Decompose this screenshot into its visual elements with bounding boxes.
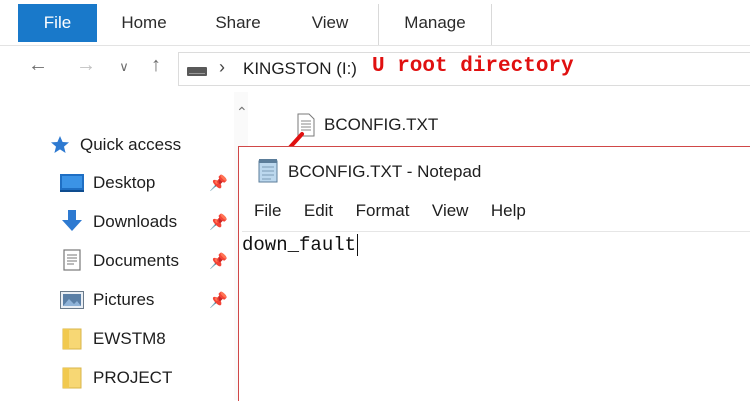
ribbon-tab-bar: File Home Share View Manage [0,0,750,46]
recent-locations-chevron-icon[interactable]: ∨ [110,59,138,75]
up-arrow-icon[interactable]: ↑ [142,54,170,77]
sidebar-item-label: Desktop [93,173,156,192]
sidebar-item-pictures[interactable]: Pictures 📌 [0,281,232,319]
address-path[interactable]: KINGSTON (I:) [243,59,357,79]
folder-icon [62,367,82,389]
star-icon [51,136,69,153]
notepad-text-area[interactable]: down_fault [242,231,750,402]
menu-file[interactable]: File [254,201,281,221]
pin-icon[interactable]: 📌 [209,252,228,270]
navigation-bar: ← → ∨ ↑ › KINGSTON (I:) U root directory [0,46,750,91]
menu-edit[interactable]: Edit [304,201,333,221]
sidebar-item-quick-access[interactable]: Quick access [0,126,232,164]
tab-share[interactable]: Share [198,4,278,42]
annotation-label: U root directory [372,55,574,78]
sidebar-item-label: EWSTM8 [93,329,166,348]
chevron-right-icon[interactable]: › [219,57,225,78]
tab-view[interactable]: View [290,4,370,42]
forward-arrow-icon[interactable]: → [72,54,100,77]
pictures-icon [60,291,84,309]
sidebar-item-label: PROJECT [93,368,173,387]
desktop-icon [60,174,84,192]
sidebar-item-project[interactable]: PROJECT [0,359,232,397]
notepad-icon [258,159,278,183]
pin-icon[interactable]: 📌 [209,213,228,231]
document-icon [63,249,81,271]
sidebar-item-desktop[interactable]: Desktop 📌 [0,164,232,202]
sidebar-item-documents[interactable]: Documents 📌 [0,242,232,280]
tab-file[interactable]: File [18,4,97,42]
back-arrow-icon[interactable]: ← [24,54,52,77]
address-bar[interactable]: › KINGSTON (I:) U root directory [178,52,750,86]
file-item[interactable]: BCONFIG.TXT [297,112,457,140]
text-content-line[interactable]: down_fault [242,234,359,257]
pin-icon[interactable]: 📌 [209,174,228,192]
sidebar-item-label: Downloads [93,212,178,231]
notepad-title: BCONFIG.TXT - Notepad [288,162,482,181]
scroll-up-icon[interactable]: ⌃ [236,104,248,121]
sidebar-item-label: Quick access [80,135,182,154]
text-content: down_fault [242,234,357,257]
download-arrow-icon [62,210,82,231]
folder-icon [62,328,82,350]
sidebar-item-downloads[interactable]: Downloads 📌 [0,203,232,241]
tab-home[interactable]: Home [104,4,184,42]
notepad-menu-bar: File Edit Format View Help [254,201,544,223]
menu-format[interactable]: Format [356,201,410,221]
sidebar-item-label: Documents [93,251,179,270]
menu-help[interactable]: Help [491,201,526,221]
menu-view[interactable]: View [432,201,469,221]
sidebar-item-ewstm8[interactable]: EWSTM8 [0,320,232,358]
file-name: BCONFIG.TXT [324,115,439,134]
tab-manage[interactable]: Manage [378,4,492,45]
notepad-window[interactable]: BCONFIG.TXT - Notepad File Edit Format V… [238,146,750,401]
usb-drive-icon [187,67,207,76]
navigation-pane: Quick access Desktop 📌 Downloads 📌 Docum… [0,92,232,400]
text-caret [357,234,359,256]
pin-icon[interactable]: 📌 [209,291,228,309]
sidebar-item-label: Pictures [93,290,155,309]
